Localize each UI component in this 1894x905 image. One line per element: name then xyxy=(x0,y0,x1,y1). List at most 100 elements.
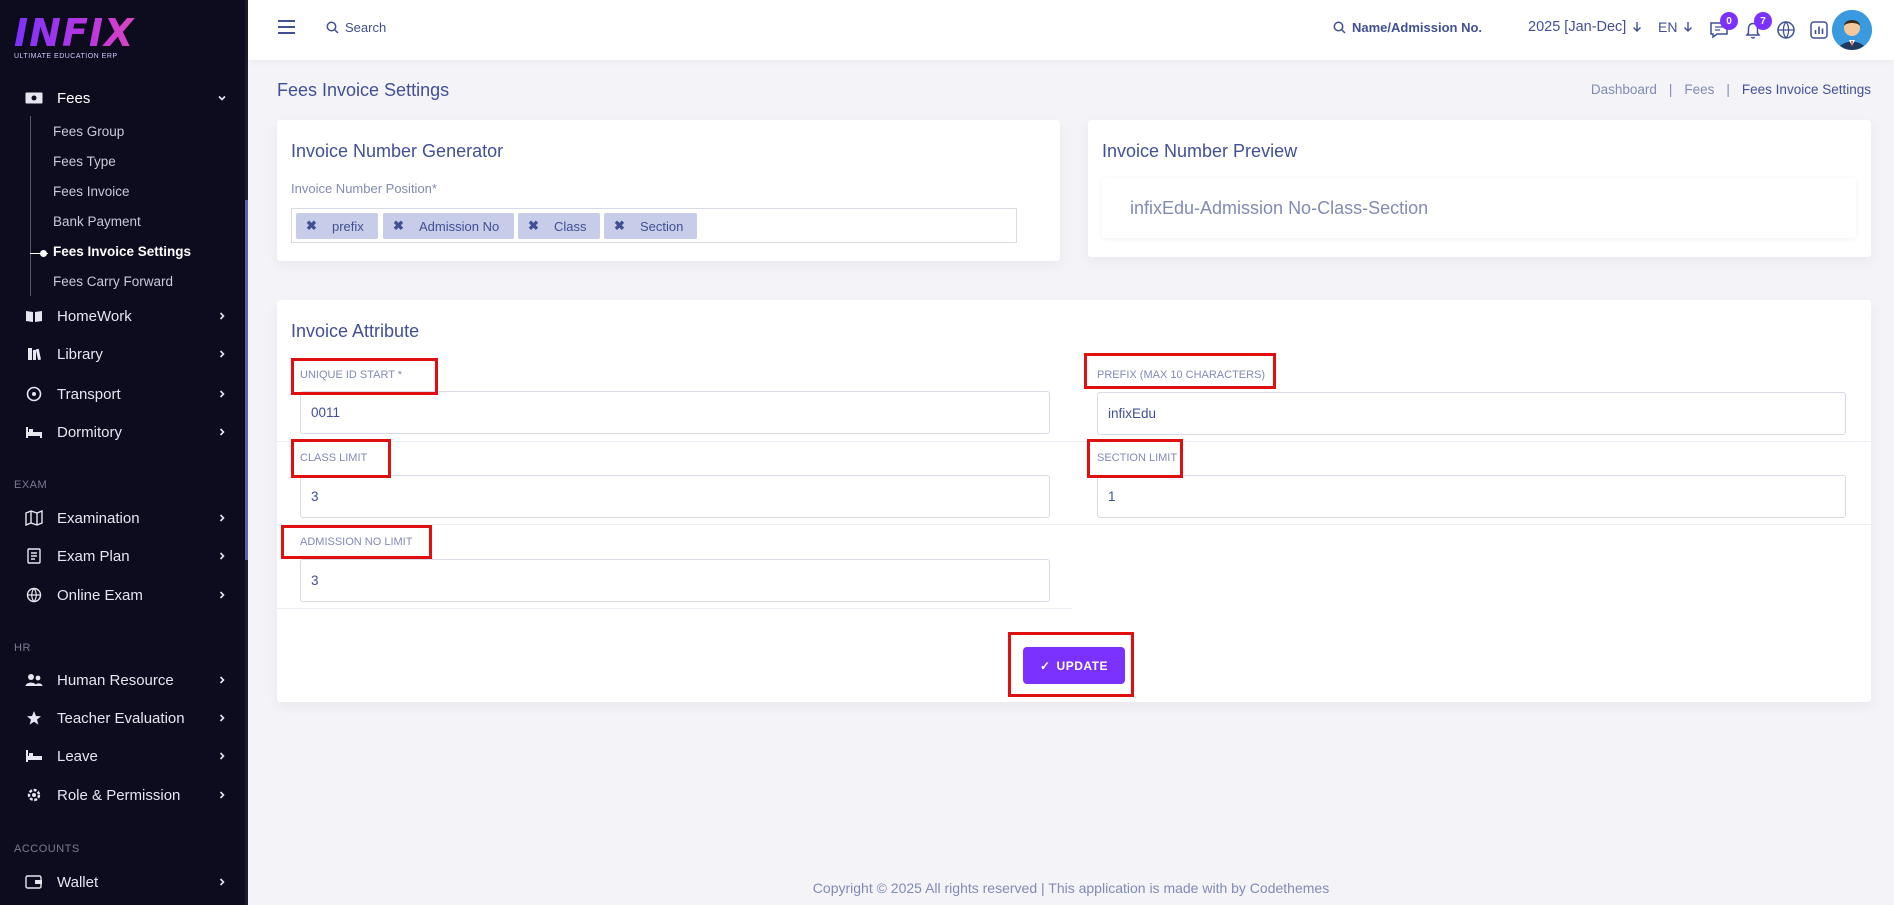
logo-subtitle: ULTIMATE EDUCATION ERP xyxy=(14,53,118,60)
invoice-position-multiselect[interactable]: ✖ prefix ✖ Admission No ✖ Class ✖ Sectio… xyxy=(291,208,1017,243)
sidebar-subitem-fees-carry-forward[interactable]: Fees Carry Forward xyxy=(53,274,173,289)
sidebar-item-examination[interactable]: Examination xyxy=(0,502,245,534)
chart-icon xyxy=(1810,21,1828,39)
invoice-generator-title: Invoice Number Generator xyxy=(291,141,504,161)
menu-toggle-icon[interactable] xyxy=(278,20,295,35)
sidebar-item-label: Human Resource xyxy=(57,671,174,689)
chevron-right-icon xyxy=(219,350,225,358)
sidebar-item-library[interactable]: Library xyxy=(0,338,245,370)
avatar-icon xyxy=(1832,10,1872,50)
tag-label: Section xyxy=(640,218,684,234)
users-icon xyxy=(25,671,43,689)
breadcrumb-separator: | xyxy=(1668,82,1673,97)
highlight-box xyxy=(1084,353,1276,389)
website-button[interactable] xyxy=(1775,19,1797,41)
transport-icon xyxy=(25,385,43,403)
globe-icon xyxy=(25,586,43,604)
sidebar-subitem-fees-invoice[interactable]: Fees Invoice xyxy=(53,184,130,199)
student-search-label: Name/Admission No. xyxy=(1352,20,1483,35)
sidebar-item-label: Transport xyxy=(57,385,121,403)
section-heading-hr: HR xyxy=(14,642,31,654)
breadcrumb-dashboard[interactable]: Dashboard xyxy=(1591,82,1657,97)
search-label: Search xyxy=(345,20,387,35)
breadcrumb-current: Fees Invoice Settings xyxy=(1741,82,1871,97)
sidebar-item-label: Examination xyxy=(57,509,140,527)
highlight-box xyxy=(291,439,391,478)
tag-label: prefix xyxy=(332,218,364,234)
sidebar-item-label: Dormitory xyxy=(57,423,123,441)
messages-button[interactable]: 0 xyxy=(1708,12,1738,41)
sidebar-item-label: Leave xyxy=(57,747,98,765)
sidebar-item-leave[interactable]: Leave xyxy=(0,740,245,772)
page-title: Fees Invoice Settings xyxy=(277,80,450,100)
invoice-preview-value: infixEdu-Admission No-Class-Section xyxy=(1130,198,1429,218)
sidebar-item-dormitory[interactable]: Dormitory xyxy=(0,416,245,448)
sidebar-item-fees[interactable]: Fees xyxy=(0,82,245,114)
book-icon xyxy=(25,307,43,325)
sidebar-item-teacher-evaluation[interactable]: Teacher Evaluation xyxy=(0,702,245,734)
position-tag[interactable]: ✖ Admission No xyxy=(383,213,514,239)
chevron-right-icon xyxy=(219,791,225,799)
submenu-line xyxy=(30,116,31,296)
position-tag[interactable]: ✖ prefix xyxy=(296,213,378,239)
sidebar-item-label: Online Exam xyxy=(57,586,143,604)
notifications-button[interactable]: 7 xyxy=(1742,12,1772,41)
class-limit-input[interactable] xyxy=(300,475,1050,518)
section-limit-input[interactable] xyxy=(1097,475,1846,518)
gear-icon xyxy=(25,786,43,804)
global-search[interactable]: Search xyxy=(326,20,386,35)
sidebar-item-homework[interactable]: HomeWork xyxy=(0,300,245,332)
admission-no-limit-input[interactable] xyxy=(300,559,1050,602)
wallet-icon xyxy=(25,873,43,891)
sidebar-subitem-bank-payment[interactable]: Bank Payment xyxy=(53,214,141,229)
chevron-right-icon xyxy=(219,714,225,722)
remove-tag-icon[interactable]: ✖ xyxy=(528,218,540,234)
messages-badge: 0 xyxy=(1720,12,1738,30)
remove-tag-icon[interactable]: ✖ xyxy=(306,218,318,234)
sidebar-subitem-fees-group[interactable]: Fees Group xyxy=(53,124,124,139)
app-logo[interactable]: INFIX ULTIMATE EDUCATION ERP xyxy=(14,14,194,66)
highlight-box xyxy=(281,525,432,559)
sidebar-item-transport[interactable]: Transport xyxy=(0,378,245,410)
unique-id-start-input[interactable] xyxy=(300,391,1050,434)
submenu-active-dot xyxy=(40,250,47,257)
position-tag[interactable]: ✖ Section xyxy=(604,213,697,239)
chevron-right-icon xyxy=(219,514,225,522)
search-icon xyxy=(326,21,339,34)
tag-label: Admission No xyxy=(419,218,500,234)
invoice-position-label: Invoice Number Position* xyxy=(291,181,437,196)
remove-tag-icon[interactable]: ✖ xyxy=(393,218,405,234)
sidebar-item-label: Wallet xyxy=(57,873,99,891)
sidebar-item-online-exam[interactable]: Online Exam xyxy=(0,579,245,611)
sidebar-subitem-fees-type[interactable]: Fees Type xyxy=(53,154,116,169)
academic-year-value: 2025 [Jan-Dec] xyxy=(1528,19,1627,35)
student-search[interactable]: Name/Admission No. xyxy=(1333,20,1482,35)
sidebar-item-exam-plan[interactable]: Exam Plan xyxy=(0,540,245,572)
sidebar-item-label: Library xyxy=(57,345,103,363)
money-icon xyxy=(25,89,43,107)
invoice-preview-title: Invoice Number Preview xyxy=(1102,141,1298,161)
chevron-right-icon xyxy=(219,752,225,760)
sidebar-subitem-fees-invoice-settings[interactable]: Fees Invoice Settings xyxy=(53,244,191,259)
sidebar: INFIX ULTIMATE EDUCATION ERP Fees Fees G… xyxy=(0,0,245,905)
breadcrumb-fees[interactable]: Fees xyxy=(1684,82,1714,97)
remove-tag-icon[interactable]: ✖ xyxy=(614,218,626,234)
arrow-down-icon xyxy=(1684,22,1693,32)
reports-button[interactable] xyxy=(1808,19,1830,41)
chevron-right-icon xyxy=(219,428,225,436)
user-avatar[interactable] xyxy=(1832,10,1872,50)
sidebar-item-human-resource[interactable]: Human Resource xyxy=(0,664,245,696)
position-tag[interactable]: ✖ Class xyxy=(518,213,600,239)
globe-icon xyxy=(1777,21,1795,39)
row-divider xyxy=(277,441,1871,442)
sidebar-item-role-permission[interactable]: Role & Permission xyxy=(0,779,245,811)
prefix-input[interactable] xyxy=(1097,392,1846,435)
section-heading-exam: EXAM xyxy=(14,479,48,491)
library-icon xyxy=(25,345,43,363)
chevron-right-icon xyxy=(219,552,225,560)
sidebar-scrollbar[interactable] xyxy=(245,200,248,560)
academic-year-selector[interactable]: 2025 [Jan-Dec] xyxy=(1528,19,1642,35)
sidebar-item-wallet[interactable]: Wallet xyxy=(0,866,245,898)
language-selector[interactable]: EN xyxy=(1658,19,1693,35)
sidebar-item-label: Role & Permission xyxy=(57,786,181,804)
